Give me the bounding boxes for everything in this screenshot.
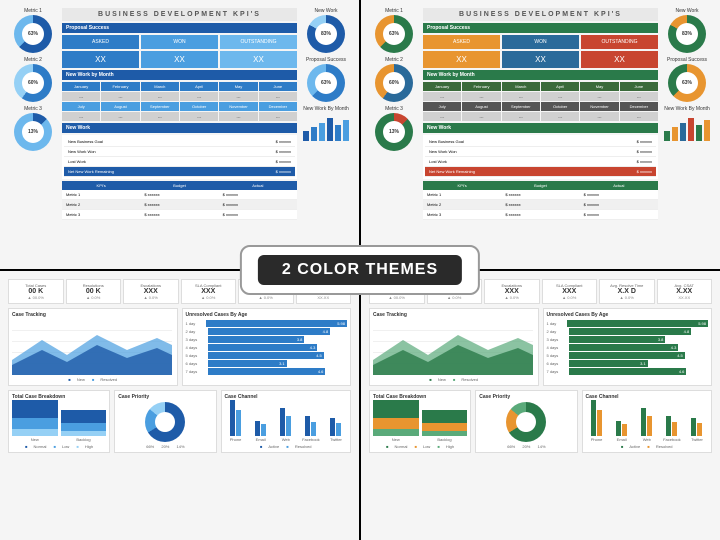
metric-2-donut: Metric 260% — [8, 57, 58, 102]
proposal-cols: ASKED WON OUTSTANDING — [62, 35, 297, 49]
new-work-donut: New Work83% — [301, 8, 351, 53]
months-header: New Work by Month — [62, 70, 297, 80]
metric-3-donut: Metric 313% — [8, 106, 58, 151]
unresolved-chart: Unresolved Cases By Age 1 day5.98 2 day4… — [182, 308, 352, 386]
priority-chart: Case Priority 66% 20% 14% — [114, 390, 216, 453]
proposal-vals: XX XX XX — [62, 51, 297, 68]
area-chart-icon — [12, 320, 172, 375]
metric-1-donut: Metric 163% — [8, 8, 58, 53]
work-header: New Work — [62, 123, 297, 133]
quad-bd-blue: Metric 163% Metric 260% Metric 313% BUSI… — [0, 0, 359, 269]
proposal-donut: Proposal Success63% — [301, 57, 351, 102]
quad-cases-blue: Total Cases00 K▲ 00.0% Resolutions00 K▲ … — [0, 271, 359, 540]
case-tracking-chart: Case Tracking ■New ■Resolved — [8, 308, 178, 386]
overlay-badge: 2 COLOR THEMES — [240, 245, 480, 295]
overlay-text: 2 COLOR THEMES — [258, 255, 462, 285]
monthly-bars: New Work By Month — [301, 106, 351, 143]
months-grid: JanuaryFebruaryMarchAprilMayJune -------… — [62, 82, 297, 121]
left-metrics: Metric 163% Metric 260% Metric 313% — [8, 8, 58, 261]
work-rows: New Business Goal$ xxxxxx New Work Won$ … — [62, 135, 297, 179]
right-metrics: New Work83% Proposal Success63% New Work… — [301, 8, 351, 261]
quad-bd-multi: Metric 163% Metric 260% Metric 313% BUSI… — [361, 0, 720, 269]
breakdown-chart: Total Case Breakdown New Backlog ■Normal… — [8, 390, 110, 453]
bd-title: BUSINESS DEVELOPMENT KPI'S — [62, 8, 297, 21]
proposal-header: Proposal Success — [62, 23, 297, 33]
channel-chart: Case Channel Phone Email Web Facebook Tw… — [221, 390, 352, 453]
stat-total: Total Cases00 K▲ 00.0% — [8, 279, 64, 304]
quad-cases-green: Total Cases00 K▲ 00.0% Resolutions00 K▲ … — [361, 271, 720, 540]
kpi-table: KPI'sBudgetActual Metric 1$ xxxxxx$ xxxx… — [62, 181, 297, 220]
